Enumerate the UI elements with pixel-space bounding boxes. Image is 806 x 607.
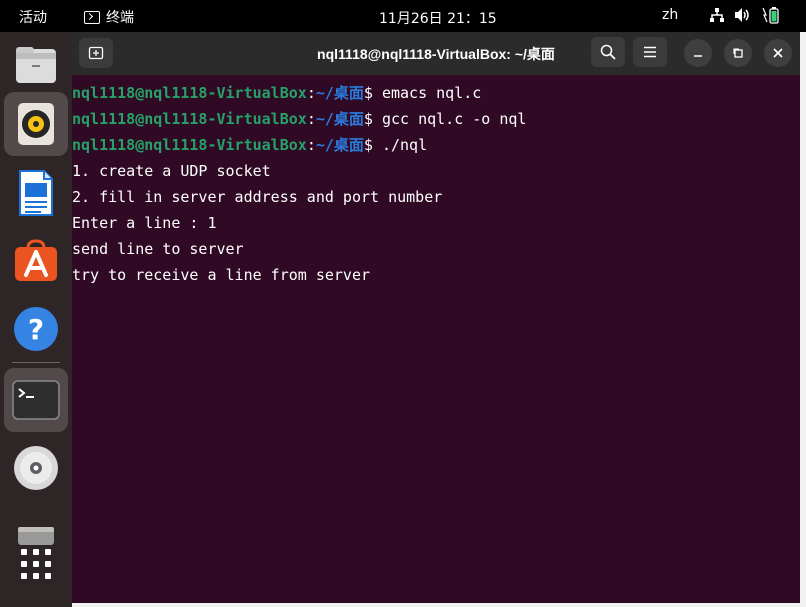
prompt-symbol: $ xyxy=(363,84,382,102)
command-line: nql1118@nql1118-VirtualBox:~/桌面$ ./nql xyxy=(72,132,800,158)
desktop-edge xyxy=(800,32,806,607)
app-menu[interactable]: 终端 xyxy=(84,7,134,27)
dock-separator xyxy=(12,362,60,363)
network-icon xyxy=(710,8,724,22)
prompt-separator: : xyxy=(306,136,316,154)
command-line: nql1118@nql1118-VirtualBox:~/桌面$ emacs n… xyxy=(72,80,800,106)
terminal-output[interactable]: nql1118@nql1118-VirtualBox:~/桌面$ emacs n… xyxy=(72,80,800,288)
disc-icon xyxy=(14,446,58,490)
prompt-path: ~/桌面 xyxy=(315,84,364,102)
close-button[interactable] xyxy=(764,39,792,67)
prompt-symbol: $ xyxy=(363,136,382,154)
hamburger-menu-icon xyxy=(644,46,656,58)
minimize-icon xyxy=(694,55,702,57)
search-icon xyxy=(600,44,616,60)
software-icon xyxy=(15,239,57,281)
terminal-icon xyxy=(84,10,100,24)
rhythmbox-icon xyxy=(18,103,54,145)
show-apps-icon xyxy=(21,549,51,579)
output-line: send line to server xyxy=(72,240,244,258)
output-line: Enter a line : 1 xyxy=(72,214,217,232)
writer-icon xyxy=(19,170,53,216)
close-icon xyxy=(773,48,783,58)
app-menu-label: 终端 xyxy=(106,10,134,26)
command-text: emacs nql.c xyxy=(381,84,482,102)
prompt-path: ~/桌面 xyxy=(315,136,364,154)
maximize-icon xyxy=(733,48,743,58)
menu-button[interactable] xyxy=(633,37,667,67)
command-line: nql1118@nql1118-VirtualBox:~/桌面$ gcc nql… xyxy=(72,106,800,132)
dock-item-files[interactable] xyxy=(4,32,68,96)
dock: ? xyxy=(0,32,72,607)
prompt-path: ~/桌面 xyxy=(315,110,364,128)
terminal-window: nql1118@nql1118-VirtualBox: ~/桌面 nql1118… xyxy=(72,32,800,603)
output-line: 2. fill in server address and port numbe… xyxy=(72,188,443,206)
battery-icon xyxy=(762,7,779,24)
minimize-button[interactable] xyxy=(684,39,712,67)
command-text: gcc nql.c -o nql xyxy=(381,110,527,128)
window-headerbar[interactable]: nql1118@nql1118-VirtualBox: ~/桌面 xyxy=(72,32,800,75)
top-bar: 活动 终端 11月26日 21：15 zh xyxy=(0,0,806,32)
files-icon xyxy=(16,47,56,83)
maximize-button[interactable] xyxy=(724,39,752,67)
prompt-user: nql1118@nql1118-VirtualBox xyxy=(72,136,307,154)
dock-item-rhythmbox[interactable] xyxy=(4,92,68,156)
prompt-user: nql1118@nql1118-VirtualBox xyxy=(72,84,307,102)
dock-item-disc[interactable] xyxy=(4,436,68,500)
activities-button[interactable]: 活动 xyxy=(19,7,47,27)
output-line: 1. create a UDP socket xyxy=(72,162,271,180)
dock-item-software[interactable] xyxy=(4,229,68,293)
dock-item-help[interactable]: ? xyxy=(4,297,68,361)
terminal-icon xyxy=(12,380,60,420)
dock-item-writer[interactable] xyxy=(4,161,68,225)
search-button[interactable] xyxy=(591,37,625,67)
prompt-separator: : xyxy=(306,110,316,128)
output-line: try to receive a line from server xyxy=(72,266,371,284)
prompt-separator: : xyxy=(306,84,316,102)
volume-icon xyxy=(735,8,749,22)
prompt-symbol: $ xyxy=(363,110,382,128)
prompt-user: nql1118@nql1118-VirtualBox xyxy=(72,110,307,128)
input-method-indicator[interactable]: zh xyxy=(662,7,678,23)
help-icon: ? xyxy=(14,307,58,351)
svg-text:?: ? xyxy=(28,313,44,346)
clock[interactable]: 11月26日 21：15 xyxy=(379,8,497,28)
command-text: ./nql xyxy=(381,136,428,154)
system-tray[interactable] xyxy=(709,6,781,24)
show-apps-button[interactable] xyxy=(4,532,68,596)
dock-item-terminal[interactable] xyxy=(4,368,68,432)
